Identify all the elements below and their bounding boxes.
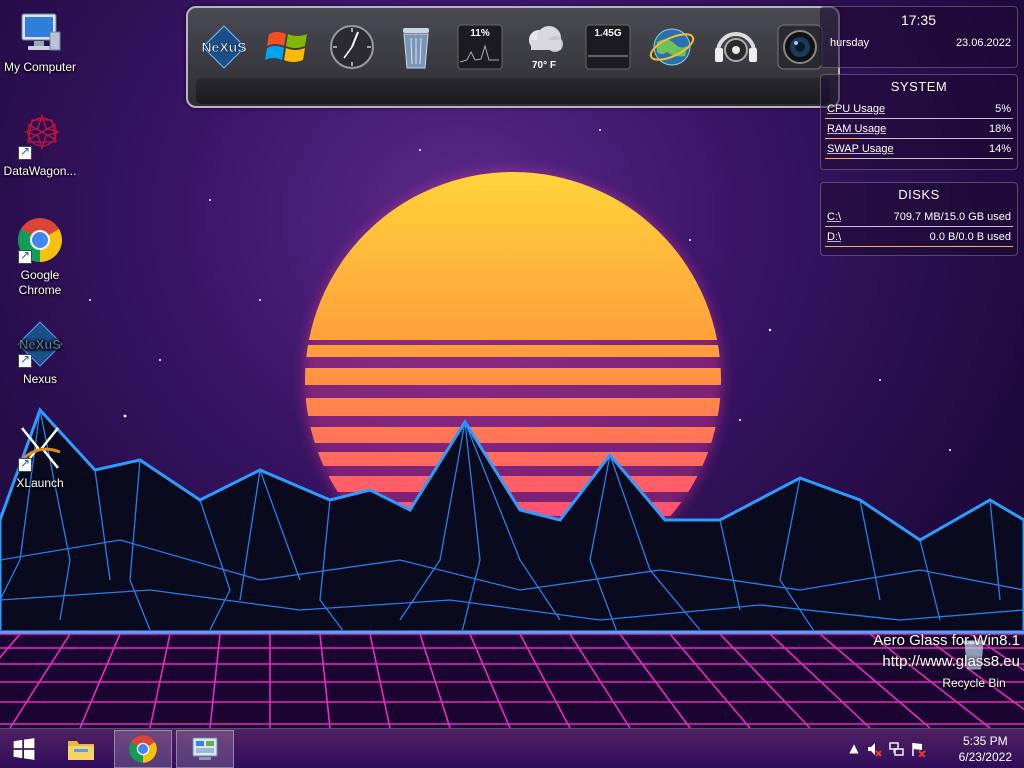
dock-item-nexus[interactable]: NeXuS (198, 18, 250, 76)
taskbar-file-explorer[interactable] (52, 730, 110, 768)
desktop-icon-label: Nexus (22, 372, 57, 386)
control-panel-icon (192, 737, 218, 760)
system-row-label: SWAP Usage (827, 142, 894, 155)
show-hidden-icons-chevron-up-icon[interactable]: ▲ (846, 741, 862, 757)
dock-item-clock[interactable] (326, 18, 378, 76)
desktop-icon-nexus[interactable]: NeXuS Nexus (0, 320, 80, 387)
volume-muted-icon[interactable] (866, 741, 882, 757)
taskbar: ▲ 5:35 PM 6/23/2022 (0, 728, 1024, 768)
watermark-line-1: Aero Glass for Win8.1 (873, 632, 1020, 649)
chrome-icon (16, 216, 64, 264)
dock-item-memory-meter[interactable]: 1.45G (582, 18, 634, 76)
disks-gadget-title: DISKS (898, 187, 940, 202)
clock-gadget: 17:35 hursday 23.06.2022 (820, 6, 1018, 68)
dock-item-camera[interactable] (774, 18, 826, 76)
system-row-value: 5% (995, 102, 1011, 115)
desktop-icon-google-chrome[interactable]: Google Chrome (0, 216, 80, 298)
camera-icon (777, 24, 823, 70)
chrome-icon (129, 735, 157, 763)
desktop-icon-label: Google Chrome (18, 268, 62, 297)
speaker-icon (715, 32, 757, 62)
windows-logo-icon (265, 32, 307, 62)
clock-gadget-day: hursday (830, 37, 870, 49)
dock-item-network[interactable] (646, 18, 698, 76)
system-row-bar (825, 158, 852, 159)
desktop-icon-xlaunch[interactable]: XLaunch (0, 424, 80, 491)
system-row-value: 18% (988, 122, 1011, 135)
watermark-line-2: http://www.glass8.eu (882, 653, 1020, 670)
cpu-meter-value: 11% (470, 28, 490, 39)
dock-item-media-player[interactable] (710, 18, 762, 76)
taskbar-clock[interactable]: 5:35 PM 6/23/2022 (959, 733, 1012, 765)
network-globe-icon (649, 28, 695, 66)
dock-item-windows[interactable] (262, 18, 314, 76)
clock-gadget-date-row: hursday 23.06.2022 (820, 37, 1017, 49)
dock-item-cpu-meter[interactable]: 11% (454, 18, 506, 76)
disk-row-label: C:\ (827, 210, 842, 223)
system-row-label: CPU Usage (827, 102, 886, 115)
dock-shelf (196, 78, 830, 104)
shortcut-arrow-icon (18, 456, 32, 472)
svg-text:NeXuS: NeXuS (201, 39, 246, 55)
system-row-value: 14% (988, 142, 1011, 155)
xlaunch-icon (16, 424, 64, 472)
folder-icon (68, 741, 94, 760)
svg-text:NeXuS: NeXuS (19, 337, 61, 352)
dock-item-recycle-bin[interactable] (390, 18, 442, 76)
action-center-flag-icon[interactable] (910, 741, 926, 758)
taskbar-clock-time: 5:35 PM (962, 734, 1008, 748)
datawagon-icon (16, 112, 64, 160)
clock-gadget-time: 17:35 (900, 12, 937, 28)
network-icon[interactable] (888, 741, 904, 757)
disk-row-d: D:\ 0.0 B/0.0 B used (825, 227, 1013, 247)
shortcut-arrow-icon (18, 144, 32, 160)
clock-icon (330, 25, 374, 69)
dock-bar: NeXuS 11% 70° F 1.45G (186, 6, 840, 108)
disks-gadget: DISKS C:\ 709.7 MB/15.0 GB used D:\ 0.0 … (820, 182, 1018, 256)
taskbar-google-chrome[interactable] (114, 730, 172, 768)
system-tray: ▲ 5:35 PM 6/23/2022 (844, 729, 1024, 768)
clock-gadget-date: 23.06.2022 (955, 37, 1011, 49)
disk-row-value: 0.0 B/0.0 B used (929, 230, 1011, 243)
dock-item-weather[interactable]: 70° F (518, 18, 570, 76)
system-gadget-title: SYSTEM (890, 79, 948, 94)
start-button[interactable] (0, 730, 48, 768)
system-row-swap: SWAP Usage 14% (825, 139, 1013, 159)
shortcut-arrow-icon (18, 248, 32, 264)
grid-floor (0, 630, 1024, 728)
desktop-icon-my-computer[interactable]: My Computer (0, 8, 80, 75)
memory-meter-value: 1.45G (594, 28, 622, 39)
system-gadget: SYSTEM CPU Usage 5% RAM Usage 18% SWAP U… (820, 74, 1018, 170)
desktop-icon-label: Recycle Bin (942, 676, 1006, 690)
disk-row-value: 709.7 MB/15.0 GB used (893, 210, 1011, 223)
disk-row-c: C:\ 709.7 MB/15.0 GB used (825, 207, 1013, 227)
system-row-cpu: CPU Usage 5% (825, 99, 1013, 119)
taskbar-clock-date: 6/23/2022 (958, 750, 1012, 764)
taskbar-control-panel[interactable] (176, 730, 234, 768)
computer-icon (16, 8, 64, 56)
desktop-icon-label: DataWagon... (3, 164, 77, 178)
desktop-icon-datawagon[interactable]: DataWagon... (0, 112, 80, 179)
system-row-ram: RAM Usage 18% (825, 119, 1013, 139)
nexus-logo-icon: NeXuS (201, 25, 247, 69)
desktop-icon-label: XLaunch (16, 476, 64, 490)
shortcut-arrow-icon (18, 352, 32, 368)
trash-icon (403, 28, 429, 69)
aero-glass-watermark: Aero Glass for Win8.1 http://www.glass8.… (873, 630, 1020, 672)
nexus-icon: NeXuS (16, 320, 64, 368)
windows-start-icon (13, 738, 35, 760)
system-row-label: RAM Usage (827, 122, 887, 135)
disk-row-label: D:\ (827, 230, 842, 243)
weather-temperature: 70° F (531, 60, 556, 71)
disk-row-bar (825, 246, 1013, 247)
desktop-icon-label: My Computer (3, 60, 77, 74)
